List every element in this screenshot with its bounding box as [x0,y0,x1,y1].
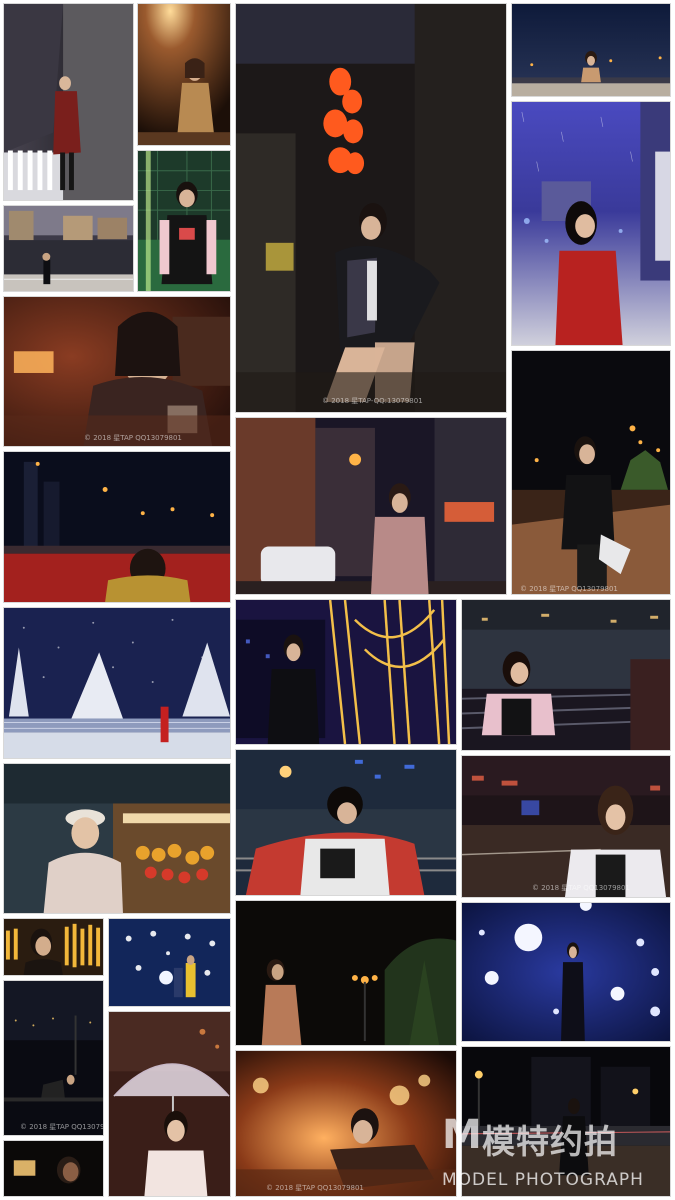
photo-white-coat-road: © 2018 星TAP QQ13079801 [461,755,671,898]
site-watermark: M 模特约拍 MODEL PHOTOGRAPH [440,1112,675,1200]
photo-fruit-stall [3,763,231,914]
photo-caption: © 2018 星TAP QQ13079801 [532,884,630,892]
photo-girl-football-field [137,150,231,292]
photo-dark-room-face [3,1140,104,1197]
photo-night-plaza [511,350,671,595]
photo-city-night-red-floor [3,451,231,603]
photo-girl-amber-lights [3,918,104,976]
photo-blue-orbs [461,902,671,1042]
photo-rain-red-coat [511,101,671,346]
photo-street-lamps-hill [235,900,457,1046]
photo-waterfront-steps [461,599,671,751]
photo-bar-table-warm: © 2018 星TAP QQ13079801 [235,1050,457,1197]
photo-restaurant-portrait: © 2018 星TAP QQ13079801 [3,296,231,447]
photo-street-car-night [235,417,507,595]
photo-caption: © 2018 星TAP QQ13079801 [520,585,618,593]
photo-umbrella-girl [108,1011,231,1197]
photo-caption: © 2018 星TAP QQ13079801 [84,434,182,442]
photo-snowy-bridge [3,607,231,759]
watermark-chinese-title: 模特约拍 [482,1122,618,1161]
photo-street-guard [3,205,134,292]
photo-light-installation [235,599,457,745]
photo-caption: © 2018 星TAP QQ13079801 [20,1123,104,1131]
photo-girl-warm-street [137,3,231,146]
watermark-logo: M [442,1112,482,1158]
photo-underpass-red-scarf [3,3,134,201]
watermark-english-title: MODEL PHOTOGRAPH [442,1170,644,1190]
photo-bridge-rail-night [235,749,457,896]
photo-boy-spotlights [108,918,231,1007]
photo-girl-sitting-night: © 2018 星TAP QQ13079801 [3,980,104,1136]
photo-caption: © 2018 星TAP QQ13079801 [266,1184,364,1192]
photo-rooftop-dusk [511,3,671,97]
photo-caption: © 2018 星TAP-QQ:13079801 [322,397,423,405]
photo-lantern-alley: © 2018 星TAP-QQ:13079801 [235,3,507,413]
